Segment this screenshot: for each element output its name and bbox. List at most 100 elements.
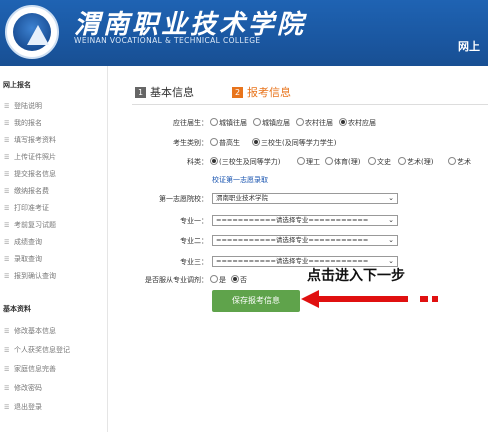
- tab-apply-info-number: 2: [232, 87, 243, 98]
- sidebar-item-label: 成绩查询: [14, 238, 42, 246]
- sidebar-item-family-info[interactable]: ☰ 家庭信息完善: [4, 362, 102, 376]
- sidebar-item-label: 登陆说明: [14, 102, 42, 110]
- list-icon: ☰: [4, 222, 10, 229]
- list-icon: ☰: [4, 171, 10, 178]
- list-icon: ☰: [4, 366, 10, 373]
- first-choice-admission-link[interactable]: 校证第一志愿录取: [212, 175, 268, 185]
- header-right-title: 网上: [458, 40, 480, 53]
- radio-icon: [210, 275, 218, 283]
- sidebar-divider: [107, 66, 108, 432]
- sidebar-section-title-signup: 网上报名: [3, 81, 31, 89]
- radio-adjustment-no[interactable]: 否: [231, 275, 247, 285]
- sidebar-item-label: 修改基本信息: [14, 327, 56, 335]
- sidebar-item-label: 修改密码: [14, 384, 42, 392]
- adjustment-label: 是否服从专业调剂：: [145, 276, 208, 284]
- radio-checked-icon: [252, 138, 260, 146]
- list-icon: ☰: [4, 103, 10, 110]
- sidebar-item-edit-basic[interactable]: ☰ 修改基本信息: [4, 324, 102, 338]
- radio-student-type-1[interactable]: 三校生(及同等学力学生): [252, 138, 336, 148]
- radio-icon: [448, 157, 456, 165]
- radio-subject-1[interactable]: 理工: [297, 157, 320, 167]
- sidebar-item-label: 录取查询: [14, 255, 42, 263]
- list-icon: ☰: [4, 188, 10, 195]
- radio-subject-0[interactable]: (三校生及同等学力): [210, 157, 280, 167]
- radio-hukou-0[interactable]: 城镇往届: [210, 118, 247, 128]
- sidebar-item-admission-query[interactable]: ☰ 录取查询: [4, 252, 102, 266]
- radio-checked-icon: [339, 118, 347, 126]
- major2-select[interactable]: ===========请选择专业=========== ⌄: [212, 235, 398, 246]
- major1-select[interactable]: ===========请选择专业=========== ⌄: [212, 215, 398, 226]
- list-icon: ☰: [4, 273, 10, 280]
- hukou-label: 应往届生：: [173, 119, 208, 127]
- radio-checked-icon: [231, 275, 239, 283]
- sidebar-item-upload-photo[interactable]: ☰ 上传证件照片: [4, 150, 102, 164]
- radio-hukou-2[interactable]: 农村往届: [296, 118, 333, 128]
- radio-subject-2[interactable]: 体育(理): [325, 157, 360, 167]
- radio-icon: [398, 157, 406, 165]
- radio-icon: [325, 157, 333, 165]
- student-type-label: 考生类别：: [173, 139, 208, 147]
- sidebar-item-login-guide[interactable]: ☰ 登陆说明: [4, 99, 102, 113]
- radio-checked-icon: [210, 157, 218, 165]
- site-header: 渭南职业技术学院 WEINAN VOCATIONAL & TECHNICAL C…: [0, 0, 488, 66]
- radio-hukou-3[interactable]: 农村应届: [339, 118, 376, 128]
- radio-subject-5[interactable]: 艺术: [448, 157, 471, 167]
- sidebar: 网上报名 ☰ 登陆说明 ☰ 我的报名 ☰ 填写报考资料 ☰ 上传证件照片 ☰ 提交报名信息…: [0, 66, 104, 432]
- radio-adjustment-yes[interactable]: 是: [210, 275, 226, 285]
- next-step-callout: 点击进入下一步: [307, 268, 405, 284]
- sidebar-item-print-ticket[interactable]: ☰ 打印准考证: [4, 201, 102, 215]
- sidebar-item-label: 报到确认查询: [14, 272, 56, 280]
- major1-label: 专业一：: [180, 217, 208, 225]
- first-choice-label: 第一志愿院校：: [159, 195, 208, 203]
- sidebar-item-my-signup[interactable]: ☰ 我的报名: [4, 116, 102, 130]
- first-choice-select[interactable]: 渭南职业技术学院 ⌄: [212, 193, 398, 204]
- sidebar-item-submit[interactable]: ☰ 提交报名信息: [4, 167, 102, 181]
- sidebar-item-awards[interactable]: ☰ 个人获奖信息登记: [4, 343, 102, 357]
- list-icon: ☰: [4, 239, 10, 246]
- sidebar-item-change-password[interactable]: ☰ 修改密码: [4, 381, 102, 395]
- sidebar-item-label: 提交报名信息: [14, 170, 56, 178]
- radio-icon: [296, 118, 304, 126]
- sidebar-item-logout[interactable]: ☰ 退出登录: [4, 400, 102, 414]
- sidebar-item-pay-fee[interactable]: ☰ 缴纳报名费: [4, 184, 102, 198]
- radio-hukou-1[interactable]: 城镇应届: [253, 118, 290, 128]
- save-apply-info-button[interactable]: 保存报考信息: [212, 290, 300, 312]
- sidebar-item-label: 退出登录: [14, 403, 42, 411]
- tab-basic-info-number: 1: [135, 87, 146, 98]
- red-arrow-icon: [301, 290, 319, 308]
- radio-icon: [297, 157, 305, 165]
- major3-label: 专业三：: [180, 258, 208, 266]
- red-dash-mark: [432, 296, 438, 302]
- chevron-down-icon: ⌄: [388, 216, 394, 224]
- sidebar-item-label: 我的报名: [14, 119, 42, 127]
- sidebar-item-checkin-query[interactable]: ☰ 报到确认查询: [4, 269, 102, 283]
- sidebar-item-score-query[interactable]: ☰ 成绩查询: [4, 235, 102, 249]
- school-name-en: WEINAN VOCATIONAL & TECHNICAL COLLEGE: [74, 36, 261, 45]
- tab-basic-info[interactable]: 基本信息: [150, 84, 194, 100]
- sidebar-item-label: 缴纳报名费: [14, 187, 49, 195]
- subject-label: 科类：: [187, 158, 208, 166]
- tab-divider: [132, 104, 488, 105]
- chevron-down-icon: ⌄: [388, 194, 394, 202]
- sidebar-item-label: 填写报考资料: [14, 136, 56, 144]
- major2-label: 专业二：: [180, 237, 208, 245]
- radio-student-type-0[interactable]: 普高生: [210, 138, 240, 148]
- radio-subject-3[interactable]: 文史: [368, 157, 391, 167]
- radio-subject-4[interactable]: 艺术(理): [398, 157, 433, 167]
- sidebar-item-label: 家庭信息完善: [14, 365, 56, 373]
- sidebar-item-fill-info[interactable]: ☰ 填写报考资料: [4, 133, 102, 147]
- red-dash-mark: [420, 296, 428, 302]
- list-icon: ☰: [4, 385, 10, 392]
- list-icon: ☰: [4, 256, 10, 263]
- sidebar-item-review-questions[interactable]: ☰ 考前复习试题: [4, 218, 102, 232]
- tab-apply-info[interactable]: 报考信息: [247, 84, 291, 100]
- sidebar-section-title-profile: 基本资料: [3, 305, 31, 313]
- list-icon: ☰: [4, 205, 10, 212]
- radio-icon: [368, 157, 376, 165]
- sidebar-item-label: 打印准考证: [14, 204, 49, 212]
- school-logo-icon: [5, 5, 59, 59]
- list-icon: ☰: [4, 347, 10, 354]
- radio-icon: [210, 118, 218, 126]
- red-arrow-shaft: [318, 296, 408, 302]
- chevron-down-icon: ⌄: [388, 236, 394, 244]
